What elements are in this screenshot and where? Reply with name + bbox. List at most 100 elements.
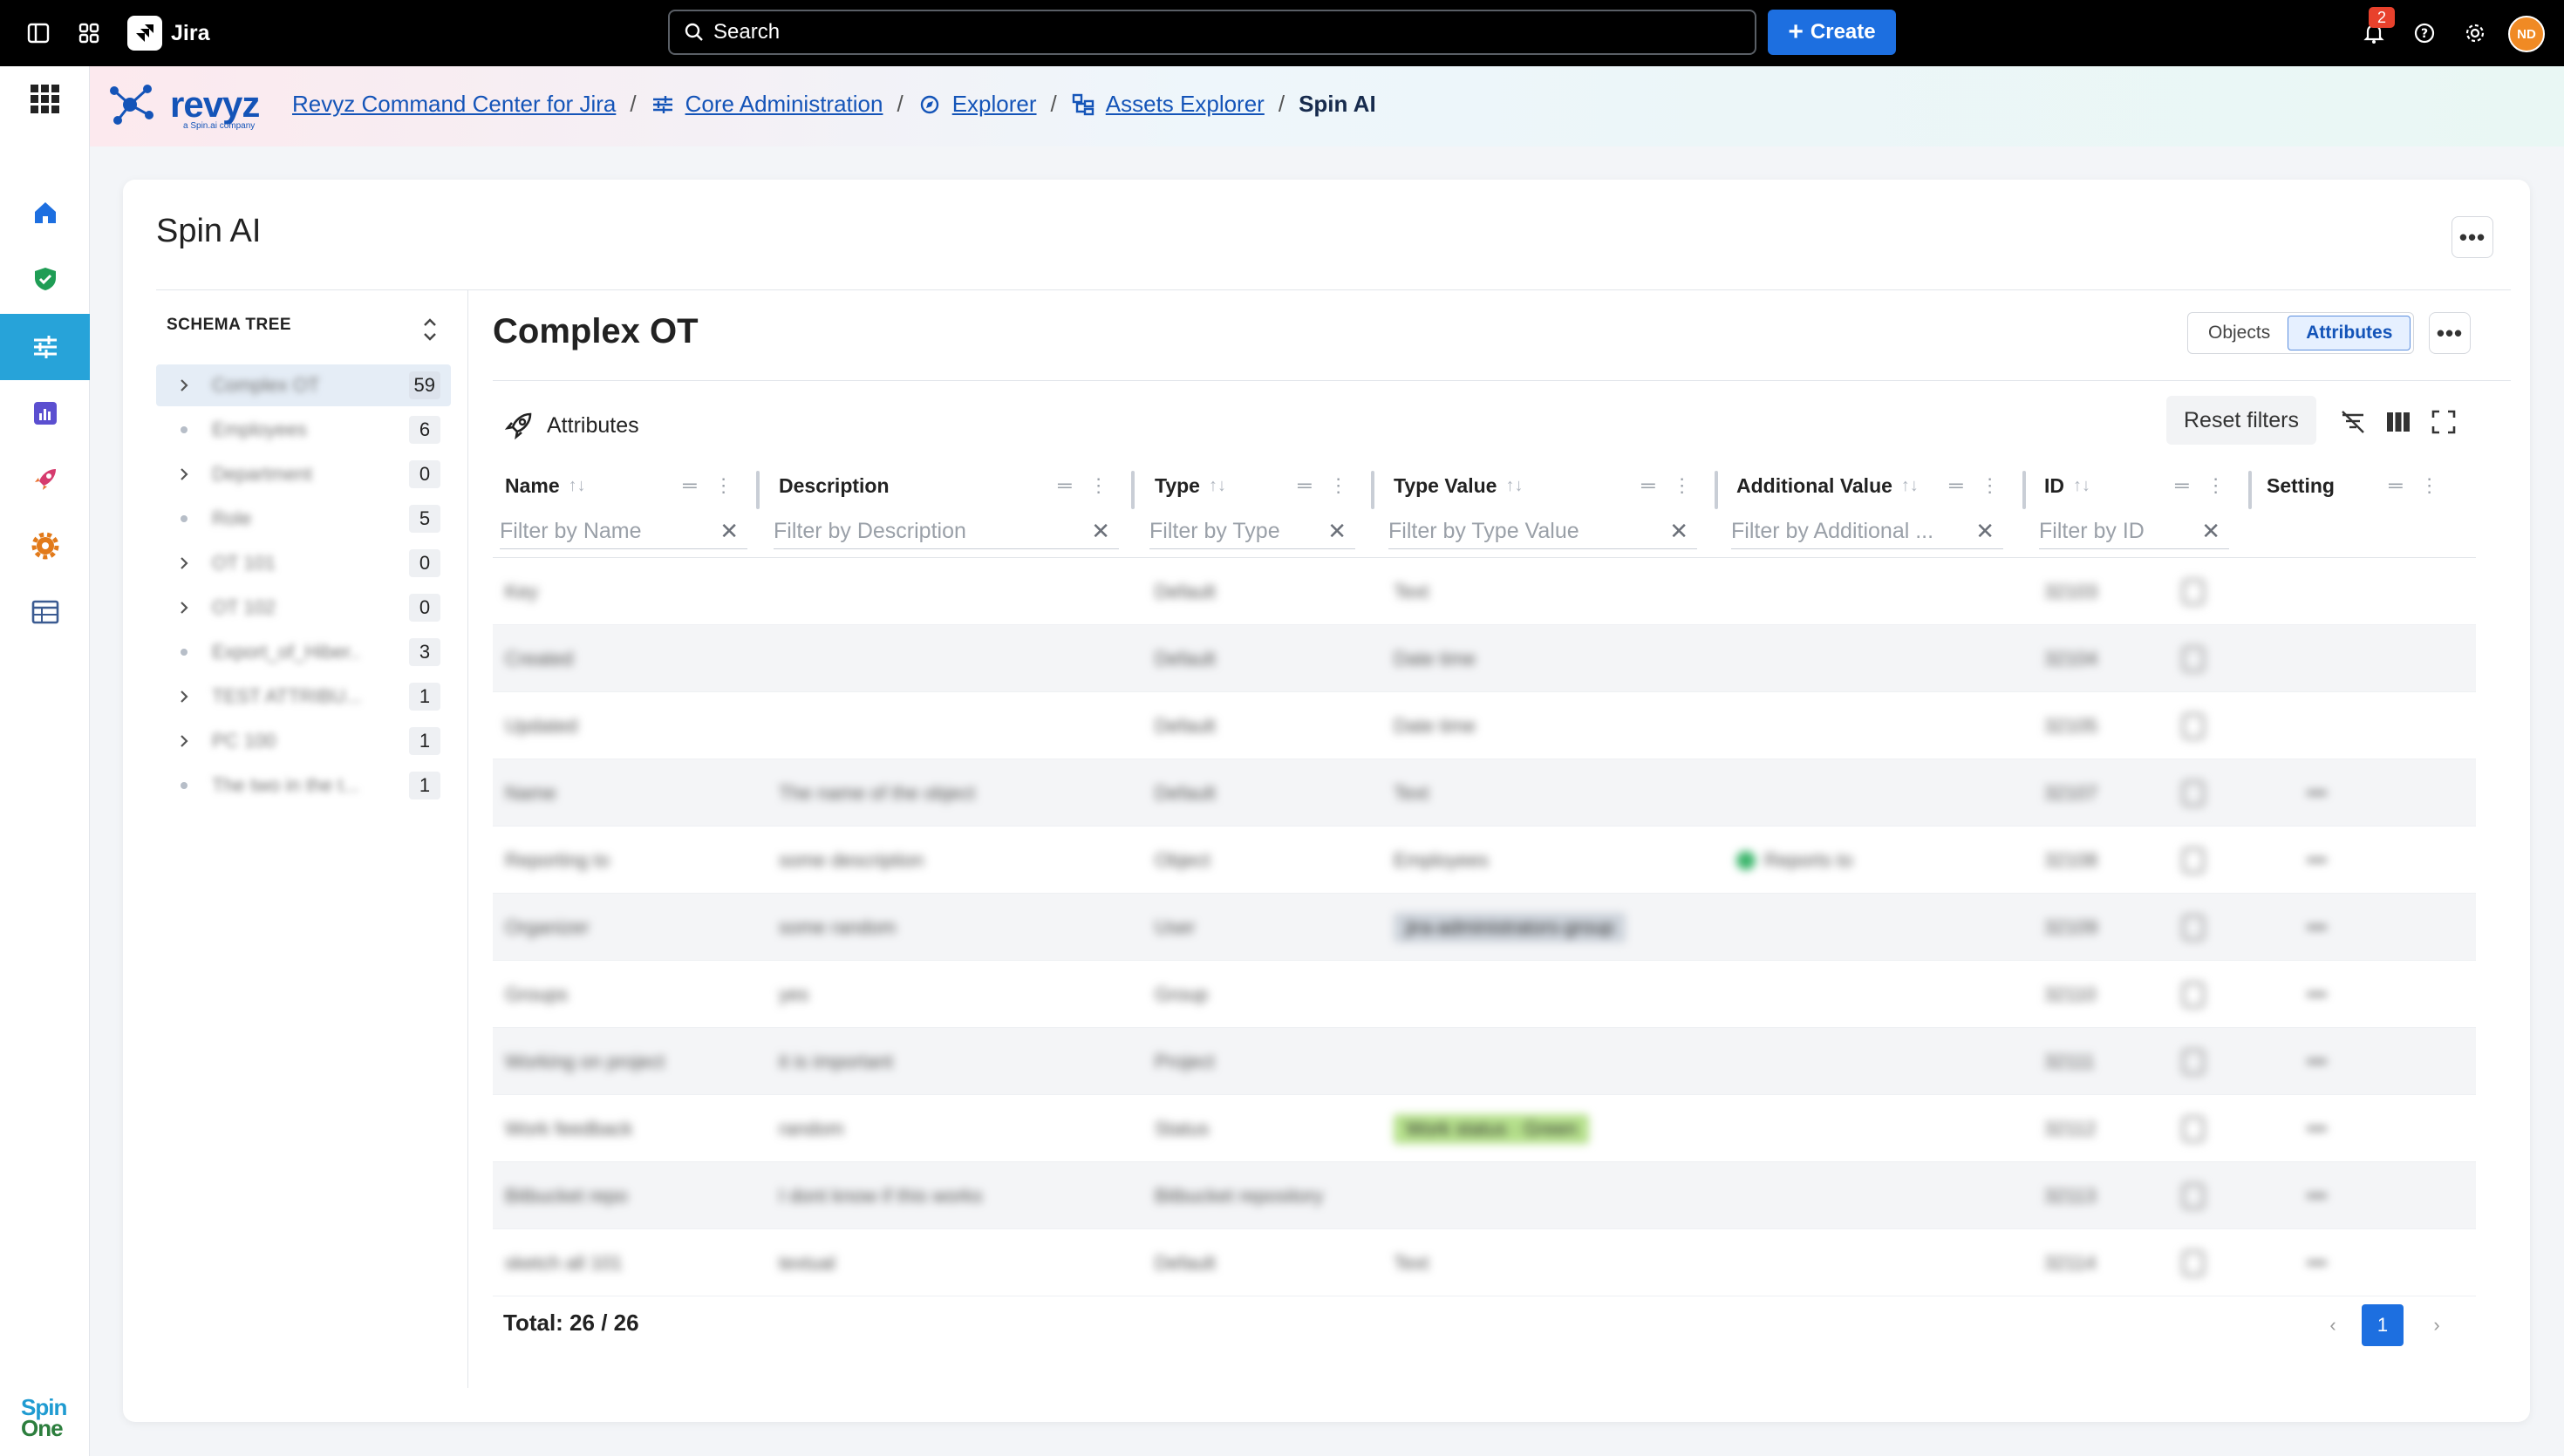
column-menu-icon[interactable]: ⋮ xyxy=(1089,474,1108,497)
tree-item[interactable]: Role 5 xyxy=(156,498,451,540)
filter-type-input[interactable] xyxy=(1149,519,1315,544)
tree-item[interactable]: The two in the t... 1 xyxy=(156,765,451,806)
drag-handle-icon[interactable]: ═ xyxy=(683,474,697,497)
content-more-button[interactable]: ••• xyxy=(2429,312,2471,354)
filter-type-value-input[interactable] xyxy=(1388,519,1659,544)
drag-handle-icon[interactable]: ═ xyxy=(2389,474,2403,497)
table-row[interactable]: Groups yes Group 32110 ••• xyxy=(493,961,2476,1028)
reset-filters-button[interactable]: Reset filters xyxy=(2166,396,2316,445)
column-menu-icon[interactable]: ⋮ xyxy=(714,474,733,497)
copy-icon[interactable] xyxy=(2182,712,2205,739)
breadcrumb-assets-explorer[interactable]: Assets Explorer xyxy=(1106,91,1265,118)
nav-chart-icon[interactable] xyxy=(0,380,90,446)
nav-table-icon[interactable] xyxy=(0,579,90,645)
drag-handle-icon[interactable]: ═ xyxy=(1641,474,1655,497)
chevron-right-icon[interactable] xyxy=(174,555,194,571)
copy-icon[interactable] xyxy=(2182,914,2205,941)
chevron-right-icon[interactable] xyxy=(174,600,194,616)
copy-icon[interactable] xyxy=(2182,1115,2205,1142)
copy-icon[interactable] xyxy=(2182,1249,2205,1276)
column-menu-icon[interactable]: ⋮ xyxy=(2420,474,2439,497)
filter-id-input[interactable] xyxy=(2039,519,2187,544)
column-menu-icon[interactable]: ⋮ xyxy=(2206,474,2226,497)
tree-item[interactable]: TEST ATTRIBU... 1 xyxy=(156,676,451,718)
clear-filter-icon[interactable] xyxy=(2337,406,2369,438)
table-row[interactable]: Working on project it is important Proje… xyxy=(493,1028,2476,1095)
user-avatar[interactable]: ND xyxy=(2508,16,2545,52)
chevron-right-icon[interactable] xyxy=(174,733,194,749)
fullscreen-icon[interactable] xyxy=(2428,406,2459,438)
drag-handle-icon[interactable]: ═ xyxy=(1298,474,1312,497)
next-page-icon[interactable]: › xyxy=(2416,1304,2458,1346)
help-icon[interactable]: ? xyxy=(2411,19,2438,47)
filter-name-input[interactable] xyxy=(500,519,709,544)
sidebar-toggle-icon[interactable] xyxy=(24,19,52,47)
chevron-right-icon[interactable] xyxy=(174,689,194,704)
filter-description-input[interactable] xyxy=(774,519,1079,544)
drag-handle-icon[interactable]: ═ xyxy=(1949,474,1963,497)
clear-icon[interactable]: ✕ xyxy=(1091,520,1110,542)
copy-icon[interactable] xyxy=(2182,847,2205,874)
sort-icon[interactable]: ↑↓ xyxy=(2073,476,2090,496)
nav-rocket-icon[interactable] xyxy=(0,446,90,513)
table-row[interactable]: Name The name of the object Default Text… xyxy=(493,759,2476,827)
page-number-button[interactable]: 1 xyxy=(2362,1304,2404,1346)
column-menu-icon[interactable]: ⋮ xyxy=(1981,474,2000,497)
column-menu-icon[interactable]: ⋮ xyxy=(1329,474,1348,497)
sort-icon[interactable]: ↑↓ xyxy=(1901,476,1919,496)
prev-page-icon[interactable]: ‹ xyxy=(2312,1304,2354,1346)
nav-shield-icon[interactable] xyxy=(0,246,90,312)
jira-logo-icon[interactable] xyxy=(127,16,162,51)
settings-gear-icon[interactable] xyxy=(2461,19,2489,47)
tree-item[interactable]: Export_of_Hiber... 3 xyxy=(156,631,451,673)
tree-item[interactable]: Department 0 xyxy=(156,453,451,495)
sort-icon[interactable]: ↑↓ xyxy=(1209,476,1226,496)
tree-item[interactable]: PC 100 1 xyxy=(156,720,451,762)
collapse-expand-icon[interactable] xyxy=(418,312,442,347)
clear-icon[interactable]: ✕ xyxy=(719,520,739,542)
sort-icon[interactable]: ↑↓ xyxy=(1505,476,1523,496)
search-box[interactable] xyxy=(668,10,1756,55)
copy-icon[interactable] xyxy=(2182,779,2205,806)
table-row[interactable]: sketch all 101 textual Default Text 3211… xyxy=(493,1229,2476,1296)
table-row[interactable]: Work feedback random Status Work status … xyxy=(493,1095,2476,1162)
nav-home-icon[interactable] xyxy=(0,180,90,246)
table-row[interactable]: Updated Default Date time 32105 xyxy=(493,692,2476,759)
table-row[interactable]: Reporting to some description Object Emp… xyxy=(493,827,2476,894)
search-input[interactable] xyxy=(713,20,1673,44)
table-row[interactable]: Key Default Text 32103 xyxy=(493,558,2476,625)
tree-item[interactable]: OT 101 0 xyxy=(156,542,451,584)
copy-icon[interactable] xyxy=(2182,1182,2205,1209)
clear-icon[interactable]: ✕ xyxy=(1975,520,1995,542)
drag-handle-icon[interactable]: ═ xyxy=(1058,474,1072,497)
tree-item[interactable]: Complex OT 59 xyxy=(156,364,451,406)
drag-handle-icon[interactable]: ═ xyxy=(2175,474,2189,497)
create-button[interactable]: + Create xyxy=(1768,10,1896,55)
chevron-right-icon[interactable] xyxy=(174,378,194,393)
nav-menu-grid-icon[interactable] xyxy=(0,66,90,133)
breadcrumb-revyz-command-center[interactable]: Revyz Command Center for Jira xyxy=(292,91,616,118)
clear-icon[interactable]: ✕ xyxy=(1669,520,1688,542)
table-row[interactable]: Bitbucket repo I dont know if this works… xyxy=(493,1162,2476,1229)
copy-icon[interactable] xyxy=(2182,1048,2205,1075)
chevron-right-icon[interactable] xyxy=(174,466,194,482)
column-menu-icon[interactable]: ⋮ xyxy=(1673,474,1692,497)
table-row[interactable]: Created Default Date time 32104 xyxy=(493,625,2476,692)
tab-attributes[interactable]: Attributes xyxy=(2288,316,2411,350)
nav-gear-icon[interactable] xyxy=(0,513,90,579)
copy-icon[interactable] xyxy=(2182,645,2205,672)
tab-objects[interactable]: Objects xyxy=(2191,316,2288,350)
table-row[interactable]: Organizer some random User jira-administ… xyxy=(493,894,2476,961)
copy-icon[interactable] xyxy=(2182,981,2205,1008)
columns-icon[interactable] xyxy=(2383,406,2414,438)
filter-additional-value-input[interactable] xyxy=(1731,519,1967,544)
clear-icon[interactable]: ✕ xyxy=(2201,520,2220,542)
page-more-button[interactable]: ••• xyxy=(2451,216,2493,258)
copy-icon[interactable] xyxy=(2182,578,2205,605)
nav-sliders-icon[interactable] xyxy=(0,314,90,380)
tree-item[interactable]: OT 102 0 xyxy=(156,587,451,629)
clear-icon[interactable]: ✕ xyxy=(1327,520,1347,542)
app-switcher-icon[interactable] xyxy=(75,19,103,47)
breadcrumb-explorer[interactable]: Explorer xyxy=(952,91,1037,118)
sort-icon[interactable]: ↑↓ xyxy=(569,476,586,496)
